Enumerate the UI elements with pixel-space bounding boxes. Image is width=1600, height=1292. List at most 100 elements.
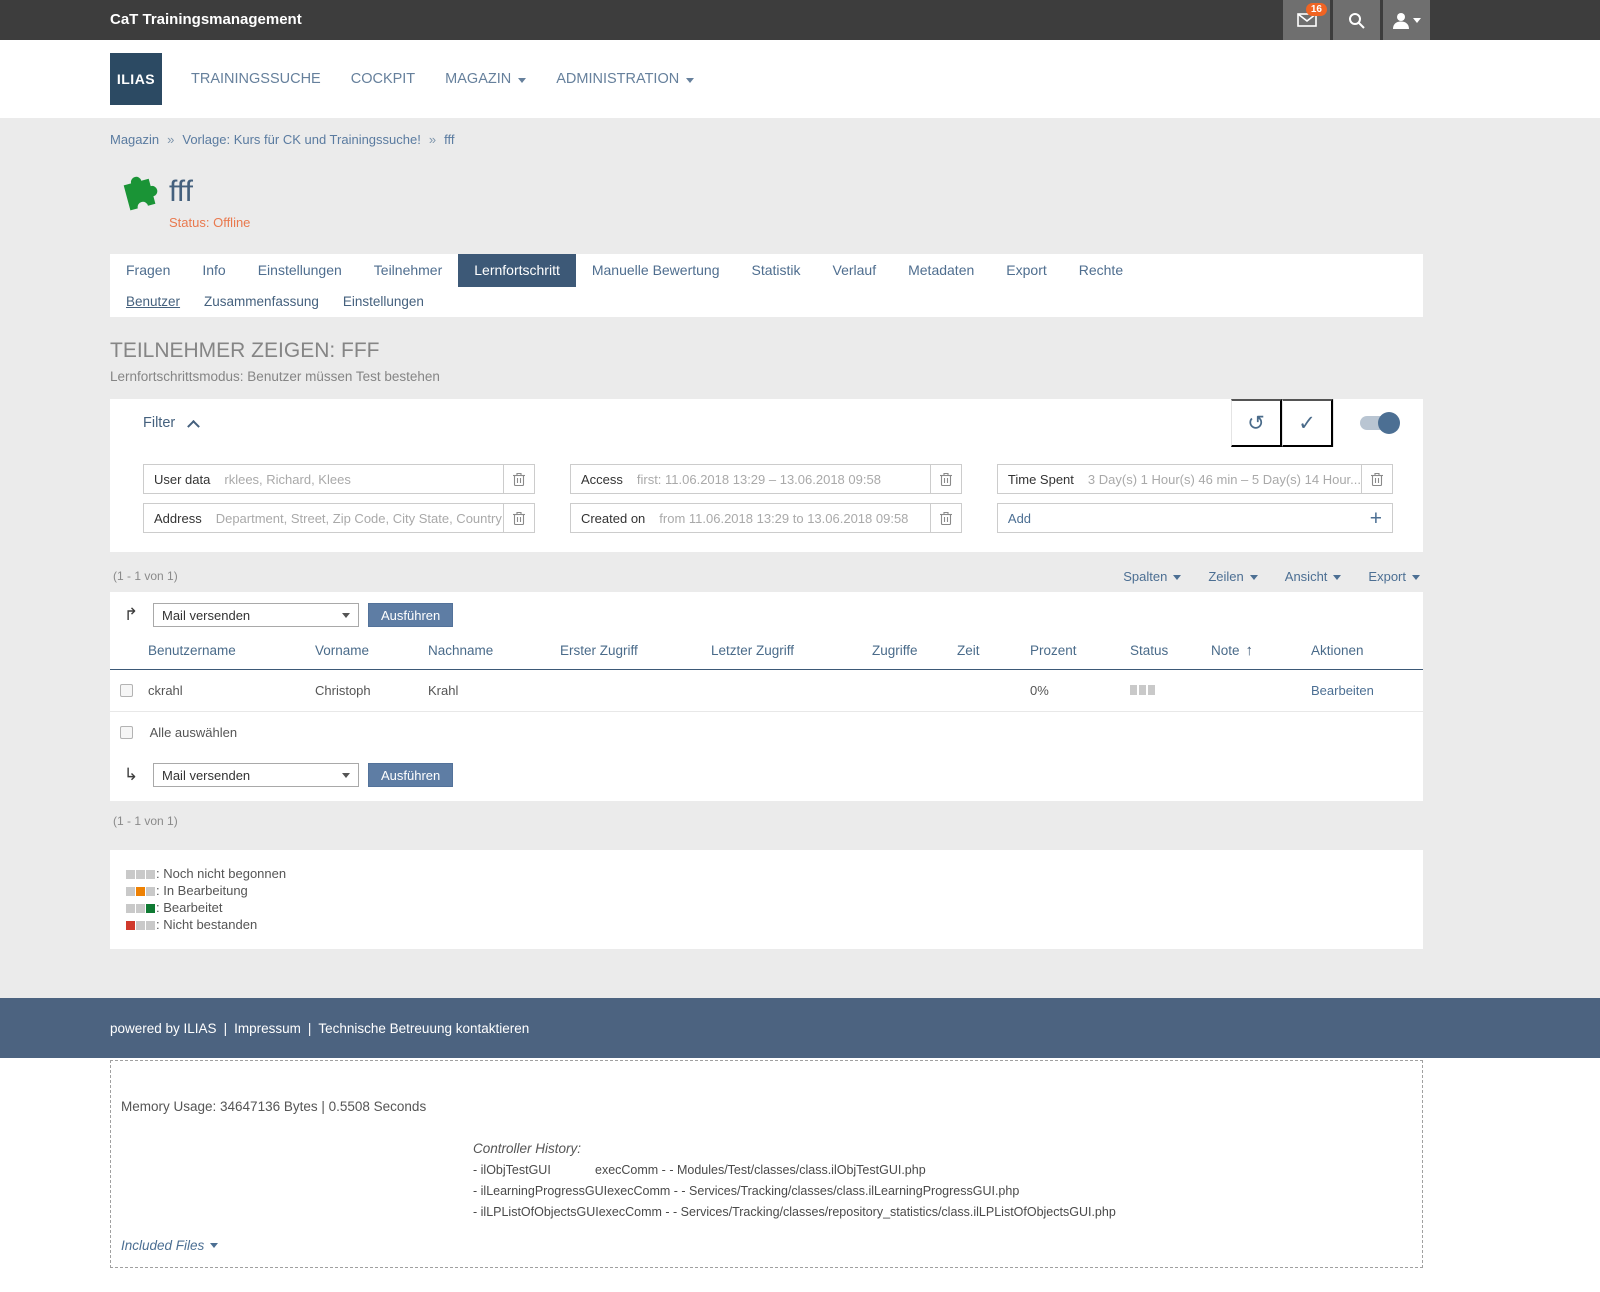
tab-manuelle-bewertung[interactable]: Manuelle Bewertung — [576, 254, 736, 287]
page-title: fff — [169, 175, 250, 209]
column-letzter-zugriff[interactable]: Letzter Zugriff — [711, 633, 872, 670]
column-zugriffe[interactable]: Zugriffe — [872, 633, 957, 670]
export-menu[interactable]: Export — [1368, 569, 1420, 584]
column-prozent[interactable]: Prozent — [1030, 633, 1130, 670]
row-checkbox[interactable] — [120, 684, 133, 697]
user-icon — [1393, 12, 1409, 29]
tab-verlauf[interactable]: Verlauf — [817, 254, 893, 287]
breadcrumb-vorlage[interactable]: Vorlage: Kurs für CK und Trainingssuche! — [182, 132, 420, 147]
section-heading: TEILNEHMER ZEIGEN: FFF — [110, 339, 1423, 363]
impressum-link[interactable]: Impressum — [234, 1021, 301, 1036]
filter-reset-button[interactable]: ↺ — [1231, 399, 1282, 447]
remove-filter-created-on-button[interactable] — [930, 504, 961, 532]
rows-menu[interactable]: Zeilen — [1208, 569, 1257, 584]
legend-square — [136, 904, 145, 913]
tab-export[interactable]: Export — [990, 254, 1062, 287]
filter-toggle[interactable] — [1360, 416, 1398, 430]
remove-filter-user-data-button[interactable] — [503, 465, 534, 493]
nav-trainingssuche[interactable]: TRAININGSSUCHE — [176, 61, 336, 97]
filter-collapse-toggle[interactable]: Filter — [143, 399, 1231, 447]
tab-rechte[interactable]: Rechte — [1063, 254, 1139, 287]
tab-einstellungen[interactable]: Einstellungen — [242, 254, 358, 287]
subtab-benutzer[interactable]: Benutzer — [114, 294, 192, 309]
column-nachname[interactable]: Nachname — [428, 633, 560, 670]
powered-by-link[interactable]: powered by ILIAS — [110, 1021, 217, 1036]
tab-statistik[interactable]: Statistik — [736, 254, 817, 287]
apply-to-top-arrow-icon: ↱ — [118, 605, 144, 625]
legend-item: : Bearbeitet — [126, 899, 1407, 916]
bulk-action-select-bottom[interactable]: Mail versenden — [153, 763, 359, 787]
column-status[interactable]: Status — [1130, 633, 1211, 670]
column-note[interactable]: Note↑ — [1211, 633, 1311, 670]
edit-link[interactable]: Bearbeiten — [1311, 683, 1374, 698]
status-square — [1148, 685, 1155, 695]
bulk-action-select-top[interactable]: Mail versenden — [153, 603, 359, 627]
subtab-bar: Benutzer Zusammenfassung Einstellungen — [110, 287, 1423, 317]
column-zeit[interactable]: Zeit — [957, 633, 1030, 670]
controller-history: Controller History: - ilObjTestGUIexecCo… — [473, 1141, 1116, 1219]
tab-info[interactable]: Info — [186, 254, 241, 287]
cell-firstname: Christoph — [315, 670, 428, 712]
select-all-checkbox[interactable] — [120, 726, 133, 739]
puzzle-icon — [113, 175, 159, 221]
apply-to-bottom-arrow-icon: ↳ — [118, 765, 144, 785]
column-vorname[interactable]: Vorname — [315, 633, 428, 670]
legend-square — [136, 887, 145, 896]
subtab-zusammenfassung[interactable]: Zusammenfassung — [192, 294, 331, 309]
trash-icon — [939, 471, 953, 487]
breadcrumb-current[interactable]: fff — [444, 132, 454, 147]
cell-percent: 0% — [1030, 670, 1130, 712]
remove-filter-access-button[interactable] — [930, 465, 961, 493]
mail-button[interactable]: 16 — [1283, 0, 1330, 40]
nav-magazin[interactable]: MAGAZIN — [430, 61, 541, 97]
execute-button-top[interactable]: Ausführen — [368, 603, 453, 627]
legend-square — [136, 870, 145, 879]
participants-table: ↱ Mail versenden Ausführen Benutzername … — [110, 592, 1423, 801]
filter-apply-button[interactable]: ✓ — [1282, 399, 1333, 447]
breadcrumb-magazin[interactable]: Magazin — [110, 132, 159, 147]
filter-field-address[interactable]: Address Department, Street, Zip Code, Ci… — [143, 503, 535, 533]
ilias-logo[interactable]: ILIAS — [110, 53, 162, 105]
legend-square — [146, 921, 155, 930]
subtab-einstellungen[interactable]: Einstellungen — [331, 294, 436, 309]
plus-icon: + — [1370, 508, 1382, 529]
filter-field-created-on[interactable]: Created on from 11.06.2018 13:29 to 13.0… — [570, 503, 962, 533]
tab-fragen[interactable]: Fragen — [110, 254, 186, 287]
user-menu-button[interactable] — [1383, 0, 1430, 40]
cell-username: ckrahl — [148, 670, 315, 712]
nav-cockpit[interactable]: COCKPIT — [336, 61, 430, 97]
cell-note — [1211, 670, 1311, 712]
legend-item: : Nicht bestanden — [126, 916, 1407, 933]
add-filter-button[interactable]: Add + — [997, 503, 1393, 533]
tab-teilnehmer[interactable]: Teilnehmer — [358, 254, 458, 287]
column-erster-zugriff[interactable]: Erster Zugriff — [560, 633, 711, 670]
breadcrumb: Magazin»Vorlage: Kurs für CK und Trainin… — [110, 132, 1423, 147]
filter-field-user-data[interactable]: User data rklees, Richard, Klees — [143, 464, 535, 494]
page-footer: powered by ILIAS|Impressum|Technische Be… — [0, 998, 1600, 1058]
filter-field-access[interactable]: Access first: 11.06.2018 13:29 – 13.06.2… — [570, 464, 962, 494]
chevron-down-icon — [1333, 575, 1341, 580]
filter-panel: Filter ↺ ✓ User data rklees, Richard, Kl… — [110, 399, 1423, 552]
view-menu[interactable]: Ansicht — [1285, 569, 1342, 584]
chevron-down-icon — [1413, 18, 1421, 23]
chevron-down-icon — [1412, 575, 1420, 580]
chevron-down-icon — [518, 78, 526, 83]
header-checkbox-cell — [110, 633, 148, 670]
columns-menu[interactable]: Spalten — [1123, 569, 1181, 584]
pagination-info-top: (1 - 1 von 1) — [113, 569, 178, 583]
column-benutzername[interactable]: Benutzername — [148, 633, 315, 670]
chevron-down-icon — [210, 1243, 218, 1248]
remove-filter-time-spent-button[interactable] — [1361, 465, 1392, 493]
filter-field-time-spent[interactable]: Time Spent 3 Day(s) 1 Hour(s) 46 min – 5… — [997, 464, 1393, 494]
search-button[interactable] — [1333, 0, 1380, 40]
memory-usage: Memory Usage: 34647136 Bytes | 0.5508 Se… — [121, 1099, 426, 1114]
status-square — [1139, 685, 1146, 695]
tab-lernfortschritt[interactable]: Lernfortschritt — [458, 254, 576, 287]
tab-metadaten[interactable]: Metadaten — [892, 254, 990, 287]
nav-administration[interactable]: ADMINISTRATION — [541, 61, 709, 97]
support-contact-link[interactable]: Technische Betreuung kontaktieren — [318, 1021, 529, 1036]
included-files-toggle[interactable]: Included Files — [121, 1238, 218, 1253]
remove-filter-address-button[interactable] — [503, 504, 534, 532]
execute-button-bottom[interactable]: Ausführen — [368, 763, 453, 787]
section-subheading: Lernfortschrittsmodus: Benutzer müssen T… — [110, 369, 1423, 384]
